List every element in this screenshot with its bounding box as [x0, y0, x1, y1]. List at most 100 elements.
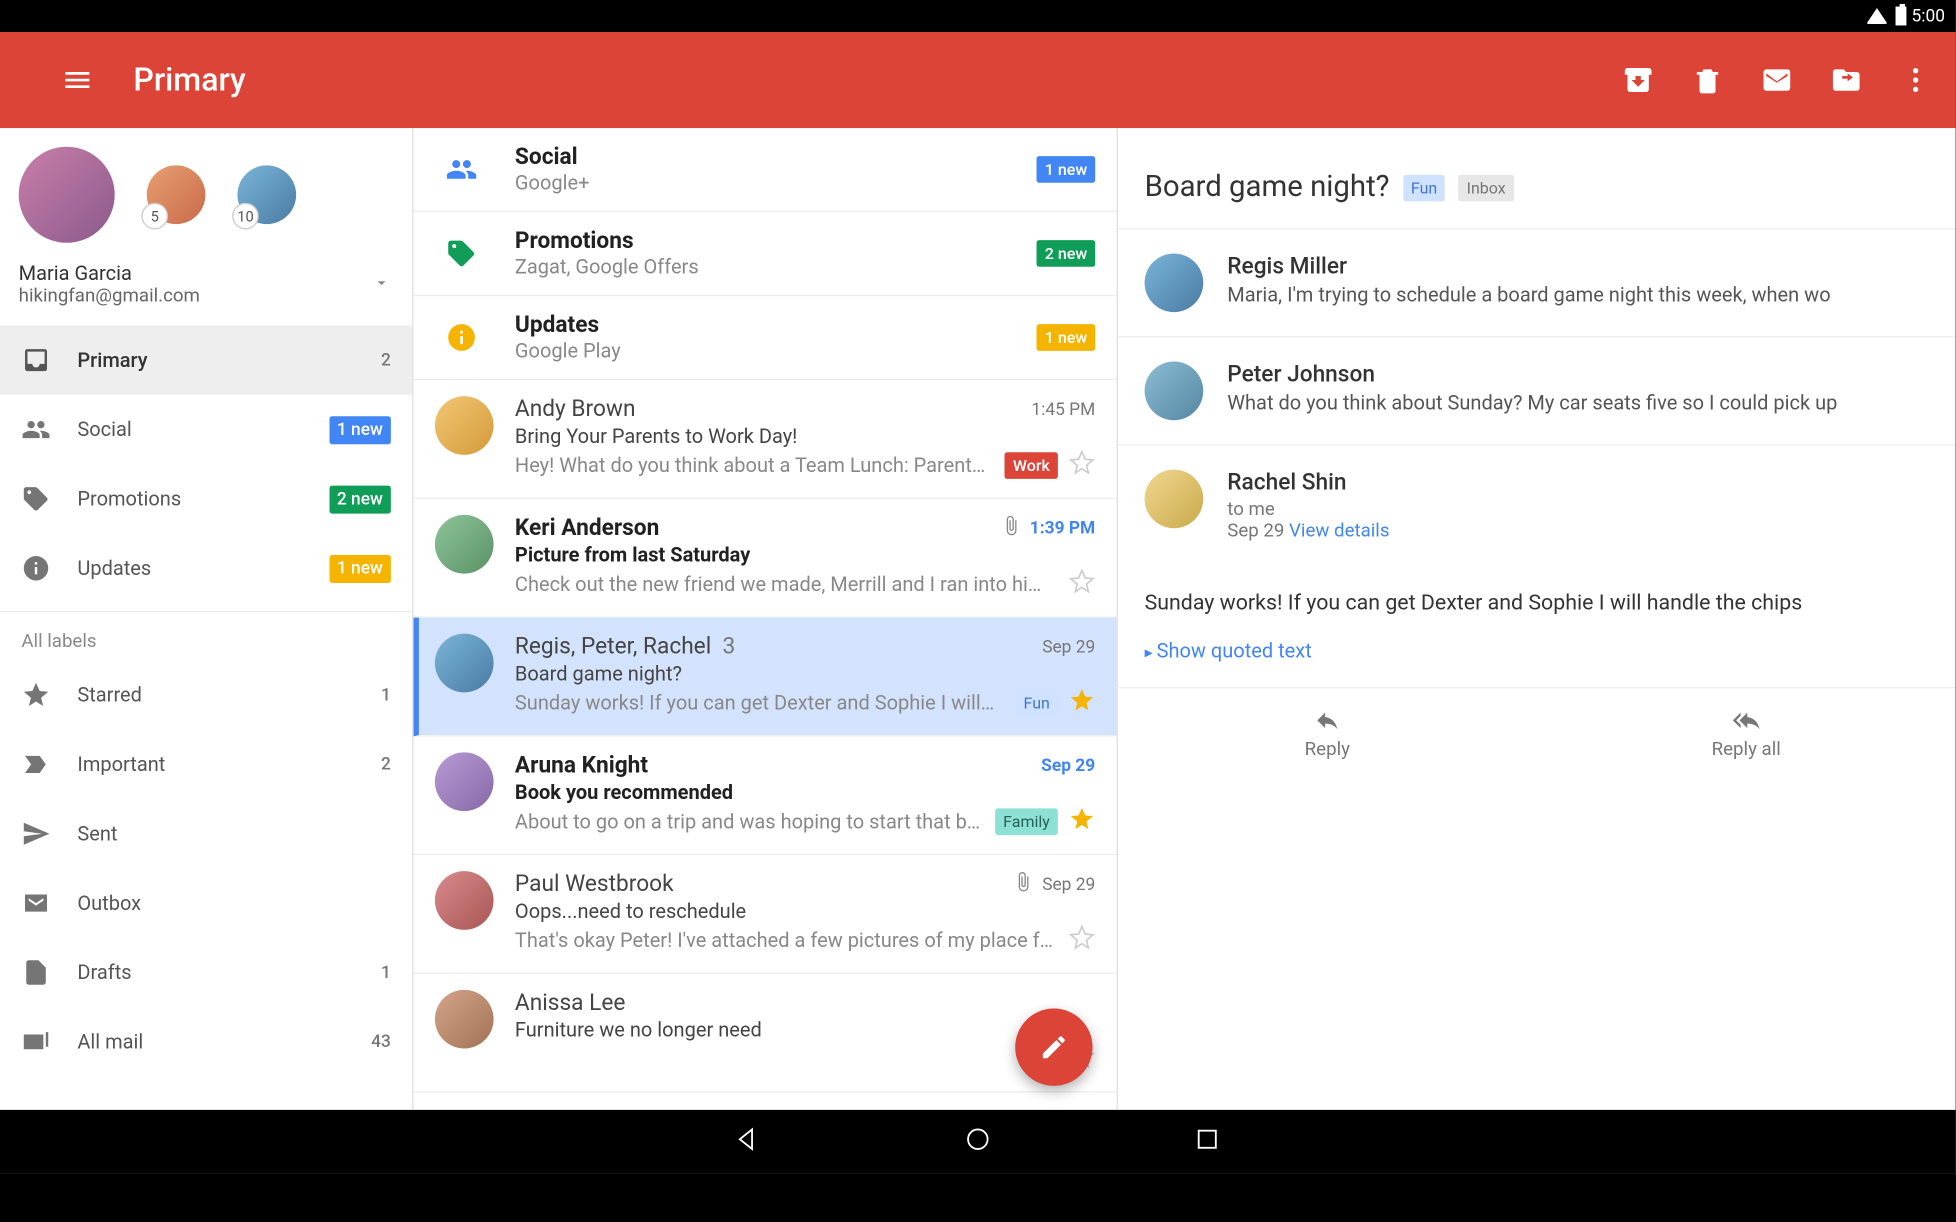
attachment-icon — [1013, 871, 1034, 898]
sidebar-social-badge: 1 new — [329, 416, 391, 444]
pencil-icon — [1039, 1033, 1068, 1062]
reply-all-icon — [1733, 707, 1760, 734]
message-collapsed[interactable]: Peter Johnson What do you think about Su… — [1118, 338, 1956, 446]
reply-button[interactable]: Reply — [1118, 707, 1537, 760]
category-sub: Google+ — [515, 171, 1037, 195]
hamburger-icon — [61, 64, 93, 96]
sidebar-item-allmail[interactable]: All mail 43 — [0, 1007, 412, 1076]
thread-item[interactable]: Keri Anderson1:39 PMPicture from last Sa… — [414, 499, 1117, 618]
overflow-button[interactable] — [1900, 64, 1932, 96]
star-toggle[interactable] — [1069, 687, 1096, 719]
current-account-avatar[interactable] — [19, 147, 115, 243]
nav-recents-button[interactable] — [1193, 1125, 1222, 1160]
thread-from: Aruna Knight — [515, 752, 1041, 779]
alt-account-2[interactable]: 10 — [237, 165, 296, 224]
sender-avatar — [435, 396, 494, 455]
sidebar-drafts-count: 1 — [381, 962, 391, 982]
category-promotions[interactable]: Promotions Zagat, Google Offers 2 new — [414, 212, 1117, 296]
thread-snippet: Hey! What do you think about a Team Lunc… — [515, 454, 994, 478]
thread-snippet: That's okay Peter! I've attached a few p… — [515, 928, 1058, 952]
move-button[interactable] — [1830, 64, 1862, 96]
reader-tag-inbox[interactable]: Inbox — [1459, 174, 1514, 201]
star-toggle[interactable] — [1069, 568, 1096, 600]
sidebar-item-primary[interactable]: Primary 2 — [0, 325, 412, 394]
thread-subject: Board game night? — [515, 662, 1095, 686]
thread-subject: Book you recommended — [515, 780, 1095, 804]
menu-button[interactable] — [61, 64, 93, 96]
reply-all-button[interactable]: Reply all — [1537, 707, 1956, 760]
appbar-title: Primary — [133, 61, 245, 98]
mark-unread-button[interactable] — [1761, 64, 1793, 96]
sidebar-important-count: 2 — [381, 754, 391, 774]
account-email: hikingfan@gmail.com — [19, 285, 200, 306]
sidebar-item-social[interactable]: Social 1 new — [0, 395, 412, 464]
sender-avatar — [435, 871, 494, 930]
category-social[interactable]: Social Google+ 1 new — [414, 128, 1117, 212]
show-quoted-text[interactable]: Show quoted text — [1118, 639, 1956, 688]
message-body: Sunday works! If you can get Dexter and … — [1118, 566, 1956, 639]
thread-from: Paul Westbrook — [515, 871, 1013, 898]
sidebar-item-promotions[interactable]: Promotions 2 new — [0, 464, 412, 533]
thread-snippet: About to go on a trip and was hoping to … — [515, 810, 985, 834]
compose-fab[interactable] — [1015, 1009, 1092, 1086]
star-toggle[interactable] — [1069, 450, 1096, 482]
sidebar-item-label: Drafts — [77, 960, 381, 984]
thread-item[interactable]: Paul WestbrookSep 29Oops...need to resch… — [414, 855, 1117, 974]
reply-all-label: Reply all — [1712, 739, 1781, 760]
sidebar-item-starred[interactable]: Starred 1 — [0, 660, 412, 729]
category-social-badge: 1 new — [1037, 156, 1095, 183]
battery-icon — [1896, 7, 1907, 26]
thread-subject: Picture from last Saturday — [515, 543, 1095, 567]
tag-icon — [446, 237, 478, 269]
archive-button[interactable] — [1622, 64, 1654, 96]
category-sub: Google Play — [515, 339, 1037, 363]
sidebar-item-label: All mail — [77, 1030, 371, 1054]
message-collapsed[interactable]: Regis Miller Maria, I'm trying to schedu… — [1118, 229, 1956, 337]
message-snippet: Maria, I'm trying to schedule a board ga… — [1227, 283, 1929, 307]
alt-account-1[interactable]: 5 — [147, 165, 206, 224]
sidebar-item-label: Social — [77, 418, 329, 442]
thread-list[interactable]: Social Google+ 1 new Promotions Zagat, G… — [414, 128, 1118, 1110]
sender-avatar — [435, 752, 494, 811]
nav-home-button[interactable] — [963, 1125, 992, 1160]
sidebar-item-sent[interactable]: Sent — [0, 799, 412, 868]
category-name: Social — [515, 144, 1037, 171]
category-updates[interactable]: Updates Google Play 1 new — [414, 296, 1117, 380]
app-bar: Primary — [0, 32, 1956, 128]
people-icon — [21, 415, 50, 444]
thread-from: Regis, Peter, Rachel 3 — [515, 634, 1042, 661]
sidebar-item-label: Sent — [77, 822, 390, 846]
nav-back-button[interactable] — [734, 1125, 763, 1160]
thread-date: Sep 29 — [1041, 756, 1095, 776]
star-toggle[interactable] — [1069, 806, 1096, 838]
sender-avatar — [1145, 470, 1204, 529]
sidebar-item-outbox[interactable]: Outbox — [0, 868, 412, 937]
thread-from: Keri Anderson — [515, 515, 1001, 542]
account-switcher[interactable]: Maria Garcia hikingfan@gmail.com — [0, 256, 412, 325]
stack-icon — [21, 1027, 50, 1056]
sidebar: 5 10 Maria Garcia hikingfan@gmail.com — [0, 128, 414, 1110]
thread-item[interactable]: Andy Brown1:45 PMBring Your Parents to W… — [414, 380, 1117, 499]
view-details-link[interactable]: View details — [1289, 520, 1389, 541]
info-icon — [446, 321, 478, 353]
info-icon — [21, 554, 50, 583]
sidebar-item-drafts[interactable]: Drafts 1 — [0, 938, 412, 1007]
message-expanded-header[interactable]: Rachel Shin to me Sep 29 View details — [1118, 446, 1956, 566]
thread-label: Family — [995, 808, 1058, 835]
sender-avatar — [435, 990, 494, 1049]
sidebar-item-label: Important — [77, 752, 381, 776]
category-sub: Zagat, Google Offers — [515, 255, 1037, 279]
thread-date: 1:45 PM — [1031, 400, 1095, 420]
thread-date: 1:39 PM — [1000, 515, 1095, 542]
thread-item[interactable]: Aruna KnightSep 29 Book you recommended Ab… — [414, 736, 1117, 855]
thread-date: Sep 29 — [1042, 637, 1095, 657]
sidebar-item-important[interactable]: Important 2 — [0, 730, 412, 799]
star-toggle[interactable] — [1069, 924, 1096, 956]
reader-tag-fun[interactable]: Fun — [1403, 174, 1445, 201]
delete-button[interactable] — [1692, 64, 1724, 96]
sidebar-item-updates[interactable]: Updates 1 new — [0, 534, 412, 603]
thread-item[interactable]: Anissa LeeFurniture we no longer need — [414, 974, 1117, 1093]
sidebar-allmail-count: 43 — [371, 1032, 391, 1052]
thread-subject: Bring Your Parents to Work Day! — [515, 424, 1095, 448]
thread-item[interactable]: Regis, Peter, Rachel 3Sep 29 Board game n… — [414, 618, 1117, 737]
